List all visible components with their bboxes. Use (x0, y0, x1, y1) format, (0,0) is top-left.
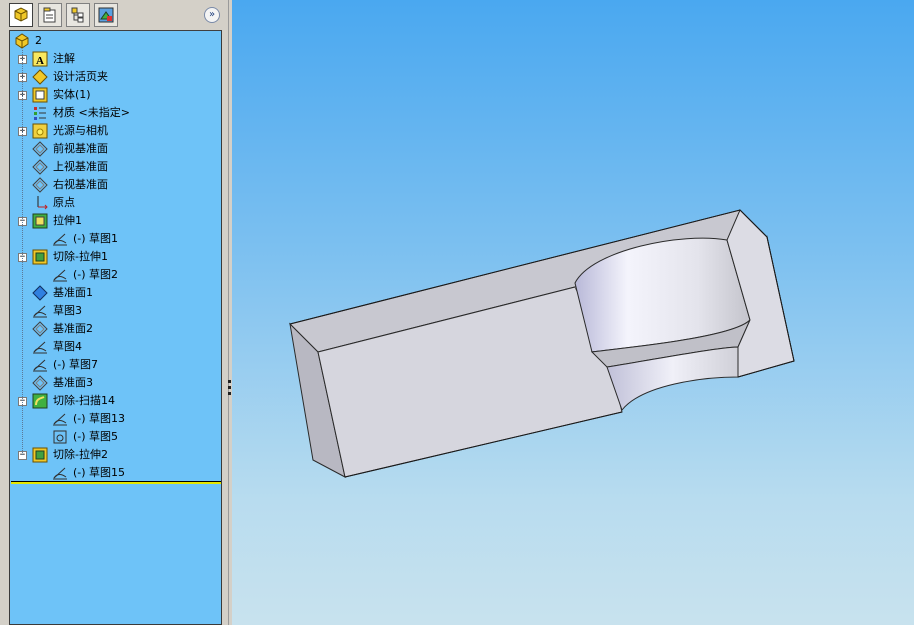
tree-item[interactable]: (-) 草图15 (10, 464, 221, 482)
tree-item[interactable]: + 光源与相机 (10, 122, 221, 140)
tree-item[interactable]: + 实体(1) (10, 86, 221, 104)
tree-item[interactable]: + 设计活页夹 (10, 68, 221, 86)
tree-item-label: 光源与相机 (53, 124, 108, 137)
sketch-icon (52, 465, 68, 481)
tree-item-label: 切除-扫描14 (53, 394, 115, 407)
tree-item[interactable]: + A 注解 (10, 50, 221, 68)
part-icon (14, 33, 30, 49)
tree-item[interactable]: 原点 (10, 194, 221, 212)
expand-panel-button[interactable]: » (204, 7, 220, 23)
tree-item[interactable]: 基准面3 (10, 374, 221, 392)
sketch-icon (32, 303, 48, 319)
tree-item-label: 材质 <未指定> (53, 106, 130, 119)
plane-icon (32, 321, 48, 337)
tree-item[interactable]: 材质 <未指定> (10, 104, 221, 122)
tab-feature-manager[interactable] (9, 3, 33, 27)
tree-item[interactable]: (-) 草图13 (10, 410, 221, 428)
tree-item-label: 设计活页夹 (53, 70, 108, 83)
tab-property-manager[interactable] (38, 3, 62, 27)
plane-icon (32, 375, 48, 391)
tree-item[interactable]: − 切除-拉伸2 (10, 446, 221, 464)
cut-extrude-icon (32, 447, 48, 463)
extrude-icon (32, 213, 48, 229)
3d-model-view[interactable] (232, 0, 914, 625)
cut-sweep-icon (32, 393, 48, 409)
plane-icon (32, 159, 48, 175)
tree-root[interactable]: 2 (10, 32, 221, 50)
tree-item-label: 拉伸1 (53, 214, 82, 227)
sketch-icon (52, 267, 68, 283)
tree-item-label: (-) 草图7 (53, 358, 99, 371)
tree-item[interactable]: (-) 草图2 (10, 266, 221, 284)
tree-item[interactable]: 前视基准面 (10, 140, 221, 158)
tree-item-label: 基准面2 (53, 322, 93, 335)
tree-item-label: 草图4 (53, 340, 82, 353)
tree-connector (22, 50, 23, 455)
tab-configuration-manager[interactable] (66, 3, 90, 27)
sketch-icon (52, 411, 68, 427)
tree-item[interactable]: 右视基准面 (10, 176, 221, 194)
tree-item-label: 实体(1) (53, 88, 91, 101)
design-binder-icon (32, 69, 48, 85)
plane-icon (32, 141, 48, 157)
tree-item[interactable]: (-) 草图1 (10, 230, 221, 248)
sketch-icon (32, 339, 48, 355)
tree-item-label: 注解 (53, 52, 75, 65)
plane-blue-icon (32, 285, 48, 301)
rollback-bar[interactable] (11, 481, 221, 484)
sketch3d-icon (52, 429, 68, 445)
feature-tree: 2 + A 注解 + 设计活页夹 + 实体(1) 材质 <未指定> + 光源与相机 前视基准面 上视基准… (9, 30, 222, 625)
tree-item-label: (-) 草图5 (73, 430, 119, 443)
tree-item-label: 原点 (53, 196, 75, 209)
tree-item[interactable]: 草图3 (10, 302, 221, 320)
panel-tab-bar: » (0, 0, 228, 30)
tree-item[interactable]: 上视基准面 (10, 158, 221, 176)
tree-item-label: 草图3 (53, 304, 82, 317)
tree-item-label: 上视基准面 (53, 160, 108, 173)
tree-item[interactable]: − 拉伸1 (10, 212, 221, 230)
sketch-icon (32, 357, 48, 373)
graphics-viewport[interactable] (232, 0, 914, 625)
material-icon (32, 105, 48, 121)
cut-extrude-icon (32, 249, 48, 265)
tree-item-label: (-) 草图2 (73, 268, 119, 281)
feature-manager-panel: » 2 + A 注解 + 设计活页夹 + 实体(1) 材质 <未指定> + 光源与相机 前视基准面 上视… (0, 0, 228, 625)
tree-item[interactable]: (-) 草图5 (10, 428, 221, 446)
tree-item-label: 基准面1 (53, 286, 93, 299)
tree-item-label: 切除-拉伸1 (53, 250, 108, 263)
tree-item-label: (-) 草图15 (73, 466, 126, 479)
tree-item-label: 切除-拉伸2 (53, 448, 108, 461)
svg-text:A: A (36, 55, 44, 67)
tree-item-label: (-) 草图1 (73, 232, 119, 245)
configuration-manager-icon (71, 7, 84, 23)
tree-item[interactable]: − 切除-拉伸1 (10, 248, 221, 266)
origin-icon (32, 195, 48, 211)
dimxpert-manager-icon (98, 7, 114, 23)
feature-manager-icon (14, 7, 28, 22)
tree-item[interactable]: (-) 草图7 (10, 356, 221, 374)
annotation-icon: A (32, 51, 48, 67)
plane-icon (32, 177, 48, 193)
tree-item[interactable]: 基准面1 (10, 284, 221, 302)
solid-bodies-icon (32, 87, 48, 103)
tree-item-label: 基准面3 (53, 376, 93, 389)
tree-item[interactable]: 草图4 (10, 338, 221, 356)
sketch-icon (52, 231, 68, 247)
tree-item[interactable]: 基准面2 (10, 320, 221, 338)
property-manager-icon (43, 7, 56, 23)
lights-cameras-icon (32, 123, 48, 139)
tree-item-label: 2 (35, 34, 42, 47)
tree-item[interactable]: − 切除-扫描14 (10, 392, 221, 410)
tab-dimxpert-manager[interactable] (94, 3, 118, 27)
tree-item-label: 前视基准面 (53, 142, 108, 155)
tree-item-label: 右视基准面 (53, 178, 108, 191)
tree-item-label: (-) 草图13 (73, 412, 126, 425)
